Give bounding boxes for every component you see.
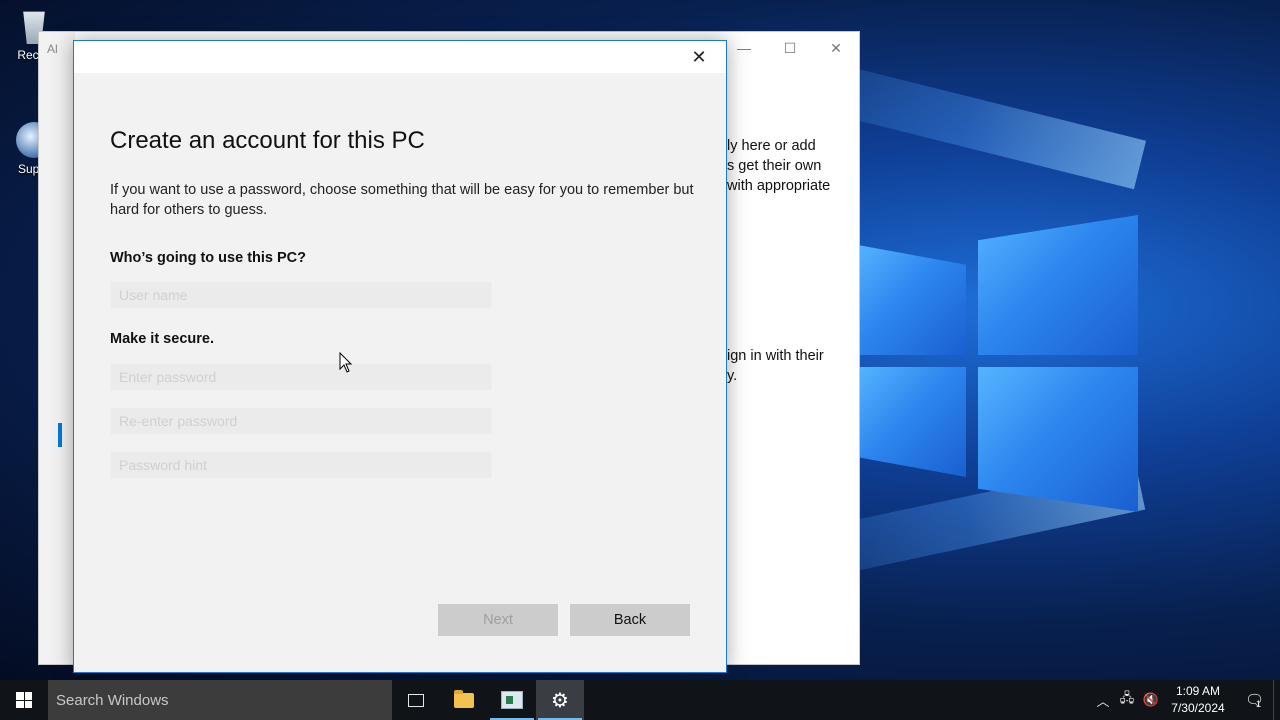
volume-muted-icon: 🔇	[1142, 692, 1160, 707]
server-manager-button[interactable]	[488, 680, 536, 720]
maximize-button[interactable]: ☐	[767, 32, 813, 64]
settings-sidebar-strip	[39, 32, 75, 664]
dialog-description: If you want to use a password, choose so…	[110, 182, 694, 218]
window-caption-buttons: — ☐ ✕	[721, 32, 859, 64]
who-label: Who’s going to use this PC?	[110, 250, 307, 266]
clock-date: 7/30/2024	[1171, 701, 1225, 715]
windows-logo-wallpaper	[858, 215, 1140, 515]
close-button[interactable]: ✕	[813, 32, 859, 64]
taskbar: Search Windows ⚙ ︿ 🖧 🔇 1:09 AM 7/30/2024…	[0, 680, 1280, 720]
network-icon: 🖧	[1119, 690, 1135, 705]
windows-start-icon	[16, 692, 32, 708]
clock-time: 1:09 AM	[1175, 684, 1221, 698]
mouse-cursor-icon	[339, 352, 353, 373]
taskbar-search-box[interactable]: Search Windows	[48, 680, 392, 720]
dialog-title: Create an account for this PC	[110, 127, 425, 154]
show-hidden-icons-button[interactable]: ︿	[1091, 680, 1115, 720]
secure-label: Make it secure.	[110, 331, 214, 347]
task-view-button[interactable]	[392, 680, 440, 720]
volume-button[interactable]: 🔇	[1139, 680, 1163, 720]
file-explorer-button[interactable]	[440, 680, 488, 720]
show-desktop-button[interactable]	[1273, 680, 1280, 720]
clock[interactable]: 1:09 AM 7/30/2024	[1163, 683, 1233, 717]
back-button[interactable]: Back	[570, 604, 690, 636]
start-button[interactable]	[0, 680, 48, 720]
settings-text-block-1: ly here or add s get their own with appr…	[727, 138, 831, 194]
system-tray: ︿ 🖧 🔇 1:09 AM 7/30/2024 🗨 1	[1091, 680, 1280, 720]
notification-count: 1	[1256, 699, 1262, 709]
username-input[interactable]	[110, 281, 492, 309]
action-center-button[interactable]: 🗨 1	[1233, 680, 1273, 720]
password-hint-input[interactable]	[110, 451, 492, 479]
minimize-button[interactable]: —	[721, 32, 767, 64]
password-input[interactable]	[110, 363, 492, 391]
task-view-icon	[408, 693, 424, 707]
notification-icon: 🗨	[1244, 692, 1265, 709]
gear-icon: ⚙	[551, 689, 569, 712]
settings-taskbar-button[interactable]: ⚙	[536, 680, 584, 720]
server-manager-icon	[501, 691, 523, 709]
settings-text-block-2: ign in with their y.	[727, 348, 824, 384]
partial-label: Al	[47, 42, 58, 56]
next-button[interactable]: Next	[438, 604, 558, 636]
create-account-dialog: ✕ Create an account for this PC If you w…	[73, 40, 727, 673]
folder-icon	[454, 689, 474, 708]
chevron-up-icon: ︿	[1096, 693, 1110, 709]
selected-indicator	[58, 423, 62, 447]
dialog-close-button[interactable]: ✕	[676, 41, 722, 73]
network-button[interactable]: 🖧	[1115, 680, 1139, 720]
close-icon: ✕	[691, 46, 707, 67]
search-placeholder: Search Windows	[56, 691, 169, 709]
reenter-password-input[interactable]	[110, 407, 492, 435]
dialog-titlebar: ✕	[74, 41, 726, 73]
